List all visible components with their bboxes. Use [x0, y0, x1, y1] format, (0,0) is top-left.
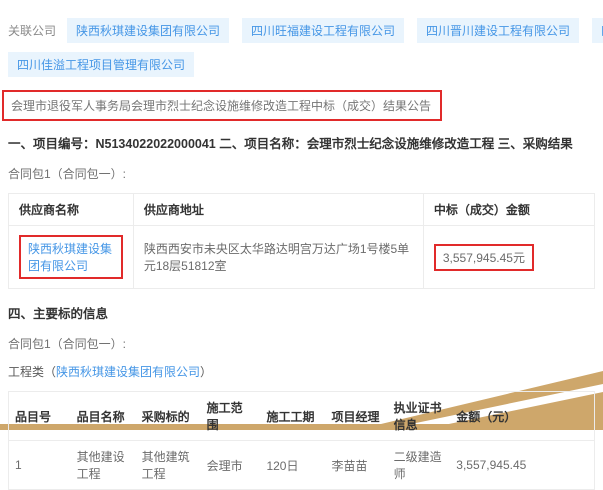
announcement-title-box: 会理市退役军人事务局会理市烈士纪念设施维修改造工程中标（成交）结果公告 [2, 90, 442, 121]
supplier-name-link[interactable]: 陕西秋琪建设集团有限公司 [28, 242, 112, 273]
category-prefix: 工程类（ [8, 365, 56, 379]
main-items-heading: 四、主要标的信息 [8, 303, 595, 322]
item-no-cell: 1 [9, 441, 71, 490]
related-companies-row-2: 四川佳溢工程项目管理有限公司 [8, 52, 595, 77]
category-company-link[interactable]: 陕西秋琪建设集团有限公司 [56, 365, 200, 379]
table-row: 1 其他建设工程 其他建筑工程 会理市 120日 李苗苗 二级建造师 3,557… [9, 441, 595, 490]
column-header-award-amount: 中标（成交）金额 [423, 194, 594, 226]
contract-package-label: 合同包1（合同包一）: [8, 165, 595, 182]
construction-period-cell: 120日 [260, 441, 325, 490]
column-header-construction-scope: 施工范围 [201, 392, 261, 441]
related-company-tag[interactable]: 四川津茂建筑工程有限公司 [592, 18, 603, 43]
announcement-title: 会理市退役军人事务局会理市烈士纪念设施维修改造工程中标（成交）结果公告 [11, 99, 431, 113]
column-header-supplier-address: 供应商地址 [133, 194, 423, 226]
column-header-amount: 金额（元） [450, 392, 594, 441]
project-manager-cell: 李苗苗 [325, 441, 387, 490]
table-row: 陕西秋琪建设集团有限公司 陕西西安市未央区太华路达明宫万达广场1号楼5单元18层… [9, 226, 595, 289]
column-header-item-no: 品目号 [9, 392, 71, 441]
column-header-construction-period: 施工工期 [260, 392, 325, 441]
category-line: 工程类（陕西秋琪建设集团有限公司） [8, 363, 595, 380]
amount-cell: 3,557,945.45 [450, 441, 594, 490]
column-header-project-manager: 项目经理 [325, 392, 387, 441]
table-header-row: 品目号 品目名称 采购标的 施工范围 施工工期 项目经理 执业证书信息 金额（元… [9, 392, 595, 441]
supplier-name-highlight-box: 陕西秋琪建设集团有限公司 [19, 235, 123, 279]
related-company-tag[interactable]: 四川佳溢工程项目管理有限公司 [8, 52, 194, 77]
award-amount-cell: 3,557,945.45元 [423, 226, 594, 289]
procurement-target-cell: 其他建筑工程 [136, 441, 201, 490]
column-header-certificate-info: 执业证书信息 [388, 392, 451, 441]
supplier-result-table: 供应商名称 供应商地址 中标（成交）金额 陕西秋琪建设集团有限公司 陕西西安市未… [8, 193, 595, 289]
column-header-supplier-name: 供应商名称 [9, 194, 134, 226]
item-name-cell: 其他建设工程 [71, 441, 136, 490]
related-companies-row: 关联公司 陕西秋琪建设集团有限公司 四川旺福建设工程有限公司 四川晋川建设工程有… [8, 18, 595, 43]
related-company-tag[interactable]: 四川旺福建设工程有限公司 [242, 18, 404, 43]
supplier-address-cell: 陕西西安市未央区太华路达明宫万达广场1号楼5单元18层51812室 [133, 226, 423, 289]
main-items-table: 品目号 品目名称 采购标的 施工范围 施工工期 项目经理 执业证书信息 金额（元… [8, 391, 595, 490]
related-company-tag[interactable]: 四川晋川建设工程有限公司 [417, 18, 579, 43]
category-suffix: ） [200, 365, 212, 379]
related-companies-label: 关联公司 [8, 22, 56, 39]
column-header-item-name: 品目名称 [71, 392, 136, 441]
table-header-row: 供应商名称 供应商地址 中标（成交）金额 [9, 194, 595, 226]
certificate-info-cell: 二级建造师 [388, 441, 451, 490]
related-company-tag[interactable]: 陕西秋琪建设集团有限公司 [67, 18, 229, 43]
contract-package-label-2: 合同包1（合同包一）: [8, 335, 595, 352]
project-summary-line: 一、项目编号：N5134022022000041 二、项目名称：会理市烈士纪念设… [8, 133, 595, 152]
column-header-procurement-target: 采购标的 [136, 392, 201, 441]
page-content: 关联公司 陕西秋琪建设集团有限公司 四川旺福建设工程有限公司 四川晋川建设工程有… [0, 0, 603, 490]
supplier-name-cell: 陕西秋琪建设集团有限公司 [9, 226, 134, 289]
award-amount-highlight-box: 3,557,945.45元 [434, 244, 534, 271]
construction-scope-cell: 会理市 [201, 441, 261, 490]
